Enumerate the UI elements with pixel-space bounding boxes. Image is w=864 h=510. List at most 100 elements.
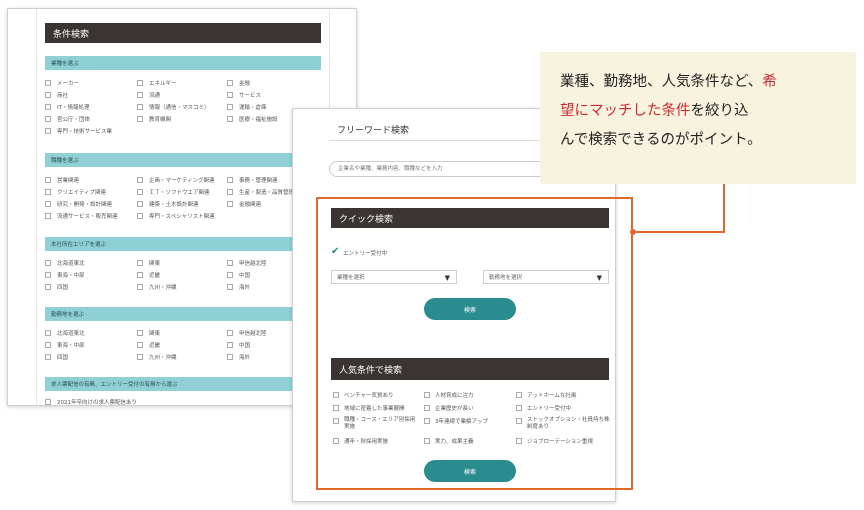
checkbox[interactable] — [227, 354, 233, 360]
checkbox[interactable] — [45, 330, 51, 336]
checkbox[interactable] — [227, 260, 233, 266]
checkbox[interactable] — [137, 272, 143, 278]
checkbox[interactable] — [137, 104, 143, 110]
connector-line-vertical — [723, 184, 725, 233]
option-label: ＩＴ・ソフトウエア関連 — [149, 190, 210, 196]
checkbox[interactable] — [227, 330, 233, 336]
section-header-job: 職種を選ぶ — [45, 153, 321, 167]
option-label: 北海道東北 — [57, 261, 85, 267]
option-label: 海外 — [239, 355, 251, 361]
checkbox[interactable] — [45, 116, 51, 122]
callout-highlight: 希 — [762, 74, 777, 90]
checkbox[interactable] — [227, 92, 233, 98]
option-label: 中国 — [239, 273, 251, 279]
checkbox[interactable] — [45, 213, 51, 219]
option-label: 事務・管理関連 — [239, 178, 278, 184]
section-header-hq-area: 本社所在エリアを選ぶ — [45, 237, 321, 251]
condition-search-title: 条件検索 — [45, 23, 321, 43]
option-label: 流通 — [149, 93, 161, 99]
checkbox[interactable] — [45, 189, 51, 195]
option-label: 医療・福祉施設 — [239, 117, 278, 123]
checkbox[interactable] — [45, 354, 51, 360]
checkbox[interactable] — [45, 92, 51, 98]
checkbox[interactable] — [45, 80, 51, 86]
option-label: 生産・製造・品質管理 — [239, 190, 295, 196]
option-label: 企画・マーケティング関連 — [149, 178, 215, 184]
checkbox[interactable] — [227, 177, 233, 183]
checkbox[interactable] — [227, 284, 233, 290]
checkbox[interactable] — [227, 116, 233, 122]
callout-highlight: 条件 — [661, 103, 691, 119]
condition-search-content: 条件検索 業種を選ぶ メーカー エネルギー 金融 商社 流通 サービス IT・情… — [36, 9, 330, 405]
checkbox[interactable] — [137, 80, 143, 86]
option-label: 関東 — [149, 261, 161, 267]
checkbox[interactable] — [227, 342, 233, 348]
option-label: 運輸・倉庫 — [239, 105, 267, 111]
checkbox[interactable] — [45, 260, 51, 266]
checkbox[interactable] — [45, 128, 51, 134]
callout-box: 業種、勤務地、人気条件など、希 望にマッチした条件を絞り込 んで検索できるのがポ… — [540, 52, 856, 184]
checkbox[interactable] — [137, 92, 143, 98]
option-label: 中国 — [239, 343, 251, 349]
option-label: 四国 — [57, 285, 69, 291]
checkbox[interactable] — [137, 213, 143, 219]
checkbox[interactable] — [137, 284, 143, 290]
option-label: エネルギー — [149, 81, 177, 87]
option-label: 近畿 — [149, 273, 161, 279]
option-label: 北海道東北 — [57, 331, 85, 337]
checkbox[interactable] — [227, 201, 233, 207]
checkbox[interactable] — [45, 342, 51, 348]
option-label: 甲信越北陸 — [239, 331, 267, 337]
checkbox[interactable] — [45, 272, 51, 278]
option-label: 専門・技術サービス業 — [57, 129, 113, 135]
option-label: 海外 — [239, 285, 251, 291]
checkbox[interactable] — [45, 201, 51, 207]
checkbox[interactable] — [227, 272, 233, 278]
option-label: 情報（通信・マスコミ） — [149, 105, 210, 111]
checkbox[interactable] — [137, 116, 143, 122]
option-label: 金融関連 — [239, 202, 262, 208]
option-label: 東海・中部 — [57, 273, 85, 279]
callout-highlight: 望にマッチした — [560, 103, 662, 119]
option-label: 関東 — [149, 331, 161, 337]
option-label: クリエイティブ関連 — [57, 190, 107, 196]
option-label: 官公庁・団体 — [57, 117, 91, 123]
checkbox[interactable] — [137, 189, 143, 195]
section-header-posting: 求人票配信の有無、エントリー受付の有無から選ぶ — [45, 377, 321, 391]
option-label: 専門・スペシャリスト関連 — [149, 214, 215, 220]
checkbox[interactable] — [137, 177, 143, 183]
option-label: IT・情報処理 — [57, 105, 90, 111]
checkbox[interactable] — [45, 104, 51, 110]
option-label: 建築・土木設計関連 — [149, 202, 199, 208]
option-label: 流通サービス・販売関連 — [57, 214, 118, 220]
checkbox[interactable] — [45, 399, 51, 405]
option-label: 九州・沖縄 — [149, 355, 177, 361]
highlight-frame — [316, 197, 633, 490]
option-label: 研究・開発・設計関連 — [57, 202, 113, 208]
option-label: メーカー — [57, 81, 80, 87]
option-label: 九州・沖縄 — [149, 285, 177, 291]
checkbox[interactable] — [45, 177, 51, 183]
option-label: サービス — [239, 93, 262, 99]
checkbox[interactable] — [137, 260, 143, 266]
option-label: 東海・中部 — [57, 343, 85, 349]
checkbox[interactable] — [227, 189, 233, 195]
option-label: 四国 — [57, 355, 69, 361]
callout-text: 業種、勤務地、人気条件など、 — [560, 74, 763, 90]
checkbox[interactable] — [227, 104, 233, 110]
callout-line-2: 望にマッチした条件を絞り込 — [560, 97, 842, 126]
checkbox[interactable] — [137, 354, 143, 360]
option-label: 営業関連 — [57, 178, 80, 184]
checkbox[interactable] — [137, 201, 143, 207]
section-header-industry: 業種を選ぶ — [45, 56, 321, 70]
checkbox[interactable] — [45, 284, 51, 290]
callout-text: んで検索できるのがポイント。 — [560, 132, 762, 148]
checkbox[interactable] — [137, 330, 143, 336]
checkbox[interactable] — [227, 80, 233, 86]
callout-line-1: 業種、勤務地、人気条件など、希 — [560, 68, 842, 97]
option-label: 甲信越北陸 — [239, 261, 267, 267]
checkbox[interactable] — [137, 342, 143, 348]
option-label: 教育機関 — [149, 117, 172, 123]
option-label: 2021年卒向けの求人票配信あり — [57, 400, 137, 406]
callout-text: を絞り込 — [690, 103, 749, 119]
